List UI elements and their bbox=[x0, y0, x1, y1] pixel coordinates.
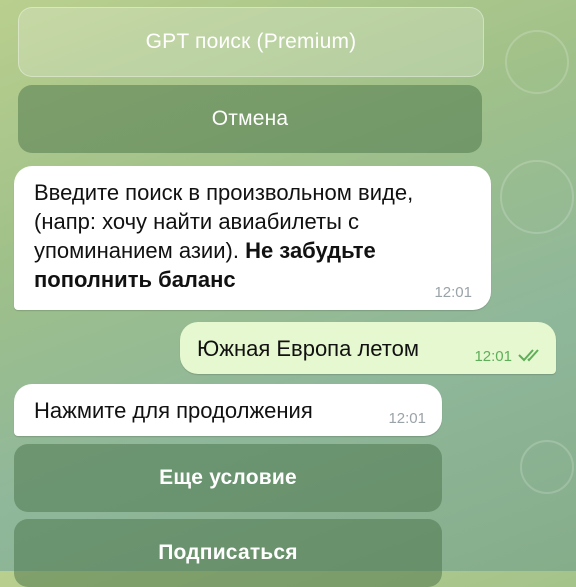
subscribe-label: Подписаться bbox=[158, 541, 298, 564]
background-doodle bbox=[500, 160, 574, 234]
cancel-label: Отмена bbox=[211, 107, 289, 130]
message-text: Нажмите для продолжения bbox=[34, 398, 313, 423]
message-time: 12:01 bbox=[388, 410, 426, 427]
message-text: Южная Европа летом bbox=[197, 336, 419, 361]
incoming-message-bubble: Нажмите для продолжения 12:01 bbox=[14, 384, 442, 436]
double-check-icon bbox=[518, 349, 539, 362]
message-time: 12:01 bbox=[434, 284, 472, 301]
background-doodle bbox=[505, 30, 569, 94]
gpt-search-premium-button[interactable]: GPT поиск (Premium) bbox=[18, 7, 484, 77]
cancel-button[interactable]: Отмена bbox=[18, 85, 482, 153]
more-condition-button[interactable]: Еще условие bbox=[14, 444, 442, 512]
background-doodle bbox=[520, 440, 574, 494]
outgoing-message-bubble: Южная Европа летом 12:01 bbox=[180, 322, 556, 374]
gpt-search-premium-label: GPT поиск (Premium) bbox=[145, 30, 357, 53]
subscribe-button[interactable]: Подписаться bbox=[14, 519, 442, 587]
more-condition-label: Еще условие bbox=[159, 466, 297, 489]
incoming-message-bubble: Введите поиск в произвольном виде, (напр… bbox=[14, 166, 491, 310]
message-time: 12:01 bbox=[474, 348, 512, 365]
message-text: Введите поиск в произвольном виде, (напр… bbox=[34, 178, 464, 294]
